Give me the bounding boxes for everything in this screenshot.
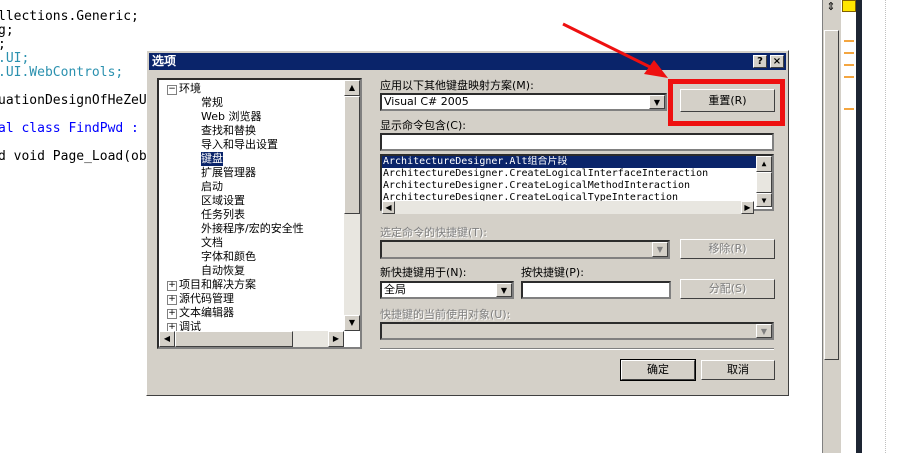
tree-item[interactable]: 文档 — [201, 236, 223, 250]
divider-line — [885, 0, 887, 453]
change-mark — [844, 40, 854, 42]
code-line: .UI.WebControls; — [0, 65, 124, 80]
assign-button: 分配(S) — [680, 279, 775, 299]
scroll-right-icon[interactable]: ▶ — [741, 201, 754, 214]
chevron-down-icon[interactable]: ▼ — [649, 95, 665, 109]
separator — [380, 348, 774, 350]
highlight-box — [668, 79, 785, 126]
tree-item[interactable]: Web 浏览器 — [201, 110, 261, 124]
editor-scroll-thumb[interactable] — [824, 30, 839, 360]
cancel-button[interactable]: 取消 — [701, 360, 775, 380]
code-line: g; — [0, 23, 14, 38]
tree-item[interactable]: 字体和颜色 — [201, 250, 256, 264]
list-horizontal-scrollbar[interactable]: ◀ ▶ — [382, 201, 754, 214]
scroll-down-icon[interactable]: ▼ — [756, 193, 772, 207]
scroll-right-icon[interactable]: ▶ — [328, 331, 344, 347]
options-tree[interactable]: 环境 − 常规 Web 浏览器 查找和替换 导入和导出设置 键盘 扩展管理器 启动 区域设置 任务列… — [157, 78, 362, 349]
code-line: ; — [0, 37, 6, 52]
use-in-value: 全局 — [384, 283, 406, 296]
dialog-title: 选项 — [152, 54, 177, 68]
change-marker-icon — [842, 0, 856, 12]
change-mark — [844, 76, 854, 78]
dark-divider — [856, 0, 862, 453]
tree-item[interactable]: 外接程序/宏的安全性 — [201, 222, 304, 236]
scroll-left-icon[interactable]: ◀ — [159, 331, 175, 347]
tree-vertical-scrollbar[interactable]: ▲ ▼ — [344, 80, 360, 331]
use-in-select[interactable]: 全局 ▼ — [380, 281, 514, 299]
chevron-down-icon: ▼ — [652, 242, 668, 257]
tree-item[interactable]: 导入和导出设置 — [201, 138, 278, 152]
remove-button: 移除(R) — [680, 239, 775, 259]
scroll-up-icon[interactable]: ▲ — [756, 156, 772, 172]
list-vertical-scrollbar[interactable] — [756, 172, 772, 193]
currently-used-label: 快捷键的当前使用对象(U): — [380, 308, 511, 321]
commands-filter-input[interactable] — [380, 133, 774, 151]
code-line: .UI; — [0, 51, 30, 66]
list-item[interactable]: ArchitectureDesigner.CreateLogicalInterf… — [382, 168, 757, 180]
expand-icon[interactable]: + — [167, 309, 177, 319]
scroll-down-icon[interactable]: ▼ — [344, 315, 360, 331]
change-mark — [844, 108, 854, 110]
expand-icon[interactable]: + — [167, 281, 177, 291]
collapse-icon[interactable]: − — [167, 85, 177, 95]
scroll-up-icon[interactable]: ▲ — [344, 80, 360, 96]
tree-item[interactable]: 常规 — [201, 96, 223, 110]
tree-item[interactable]: 环境 — [179, 82, 201, 96]
scroll-left-icon[interactable]: ◀ — [382, 201, 395, 214]
press-keys-label: 按快捷键(P): — [521, 266, 584, 279]
mapping-scheme-label: 应用以下其他键盘映射方案(M): — [380, 79, 534, 92]
tree-item[interactable]: 文本编辑器 — [179, 306, 234, 320]
change-mark — [844, 52, 854, 54]
mapping-scheme-value: Visual C# 2005 — [384, 95, 469, 108]
tree-item[interactable]: 源代码管理 — [179, 292, 234, 306]
code-line: llections.Generic; — [0, 9, 139, 24]
tree-horizontal-scrollbar[interactable]: ◀ ▶ — [159, 331, 344, 347]
selected-shortcuts-select: ▼ — [380, 240, 670, 259]
close-button[interactable]: × — [770, 55, 784, 68]
tree-item[interactable]: 启动 — [201, 180, 223, 194]
tree-item[interactable]: 项目和解决方案 — [179, 278, 256, 292]
tree-item[interactable]: 查找和替换 — [201, 124, 256, 138]
tree-scroll-thumb[interactable] — [344, 96, 360, 214]
code-line: al class FindPwd : — [0, 121, 139, 136]
commands-filter-label: 显示命令包含(C): — [380, 119, 466, 132]
currently-used-select: ▼ — [380, 322, 774, 340]
tree-item[interactable]: 任务列表 — [201, 208, 245, 222]
ok-button[interactable]: 确定 — [620, 359, 696, 381]
mapping-scheme-select[interactable]: Visual C# 2005 ▼ — [380, 93, 667, 111]
editor-vertical-scrollbar[interactable] — [822, 0, 841, 453]
tree-item[interactable]: 扩展管理器 — [201, 166, 256, 180]
code-line: d void Page_Load(ob — [0, 149, 147, 164]
chevron-down-icon: ▼ — [756, 324, 772, 338]
chevron-down-icon[interactable]: ▼ — [496, 283, 512, 297]
dialog-titlebar[interactable]: 选项 ? × — [149, 53, 786, 70]
tree-hscroll-thumb[interactable] — [175, 331, 293, 347]
selected-shortcuts-label: 选定命令的快捷键(T): — [380, 226, 488, 239]
change-mark — [844, 64, 854, 66]
help-button[interactable]: ? — [753, 55, 767, 68]
tree-item[interactable]: 自动恢复 — [201, 264, 245, 278]
tree-item[interactable]: 区域设置 — [201, 194, 245, 208]
split-icon[interactable]: ⇕ — [824, 0, 838, 14]
list-item[interactable]: ArchitectureDesigner.CreateLogicalMethod… — [382, 180, 757, 192]
code-line: uationDesignOfHeZeU — [0, 93, 147, 108]
expand-icon[interactable]: + — [167, 295, 177, 305]
use-in-label: 新快捷键用于(N): — [380, 266, 467, 279]
press-keys-input[interactable] — [521, 281, 671, 299]
tree-item[interactable]: 键盘 — [201, 152, 223, 166]
list-item[interactable]: ArchitectureDesigner.Alt组合片段 — [382, 156, 757, 168]
